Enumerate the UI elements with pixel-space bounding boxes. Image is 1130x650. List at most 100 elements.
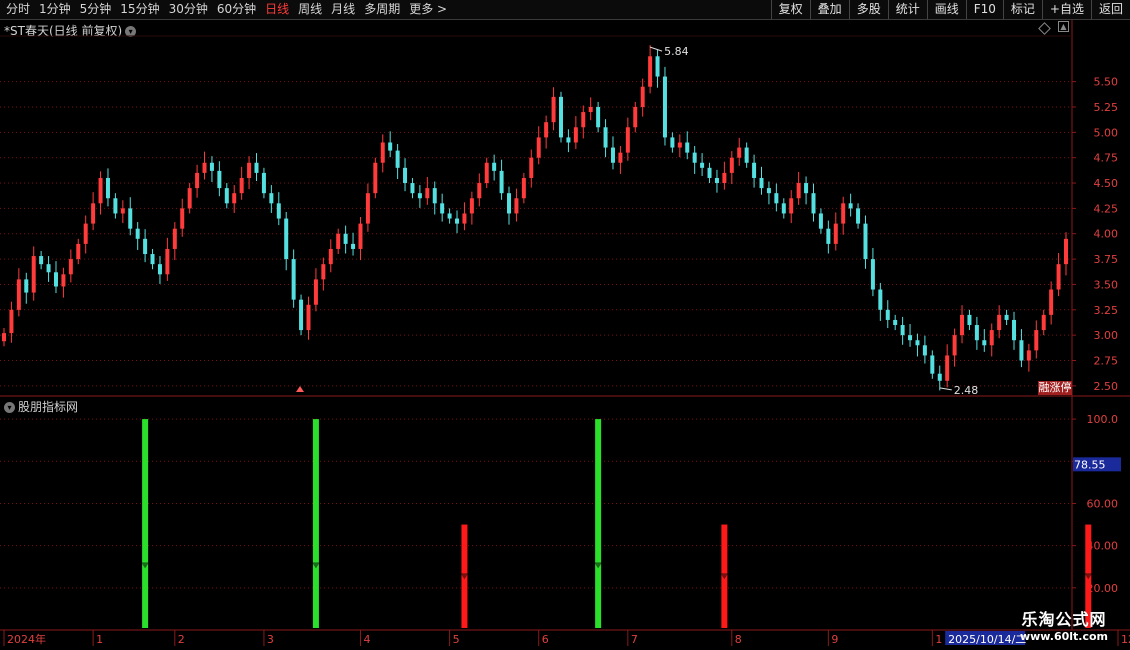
chevron-down-icon[interactable]: ▾ [4, 402, 15, 413]
candle-body [729, 157, 734, 173]
period-tab-5[interactable]: 60分钟 [217, 2, 256, 16]
candle-body [373, 162, 378, 194]
time-tick-label: 8 [735, 633, 742, 646]
time-tick-label: 7 [631, 633, 638, 646]
green-signal-bar [595, 419, 602, 628]
candle-body [514, 198, 519, 214]
candle-body [91, 203, 96, 224]
toolbar-button-8[interactable]: 返回 [1090, 0, 1130, 19]
toolbar-button-5[interactable]: F10 [965, 0, 1003, 19]
candle-body [425, 188, 430, 199]
toolbar-button-1[interactable]: 叠加 [809, 0, 849, 19]
red-signal-bar-notch [460, 573, 469, 580]
candle-body [447, 213, 452, 219]
green-signal-bar [142, 419, 149, 628]
period-tab-7[interactable]: 周线 [298, 2, 322, 16]
candle-body [247, 162, 252, 178]
green-signal-bar-notch [594, 562, 603, 569]
indicator-title[interactable]: ▾ 股朋指标网 [4, 398, 78, 415]
price-tick-label: 4.25 [1094, 202, 1119, 215]
candle-body [172, 228, 177, 249]
candle-body [195, 172, 200, 189]
candle-body [952, 335, 957, 356]
candle-body [76, 243, 81, 260]
candle-body [752, 162, 757, 178]
candle-body [351, 243, 356, 249]
candle-body [232, 193, 237, 204]
candle-body [1019, 340, 1024, 361]
toolbar-button-3[interactable]: 统计 [887, 0, 927, 19]
period-tab-1[interactable]: 1分钟 [39, 2, 71, 16]
candle-body [499, 170, 504, 194]
price-tick-label: 4.75 [1094, 152, 1119, 165]
candle-body [1049, 289, 1054, 315]
candle-body [551, 96, 556, 123]
candle-body [477, 183, 482, 199]
candle-body [945, 355, 950, 381]
candle-body [640, 86, 645, 107]
candle-body [299, 299, 304, 331]
period-tab-6[interactable]: 日线 [265, 2, 289, 16]
candle-body [558, 96, 563, 138]
period-tab-8[interactable]: 月线 [331, 2, 355, 16]
candle-body [39, 256, 44, 265]
candle-body [766, 188, 771, 194]
current-value-label: 78.55 [1074, 458, 1106, 471]
period-tab-0[interactable]: 分时 [6, 2, 30, 16]
candle-body [395, 150, 400, 168]
candle-body [403, 167, 408, 184]
toolbar-button-6[interactable]: 标记 [1002, 0, 1042, 19]
candle-body [685, 142, 690, 153]
toolbar-button-7[interactable]: +自选 [1041, 0, 1091, 19]
candle-body [9, 309, 14, 334]
candle-body [2, 333, 6, 342]
diamond-icon[interactable] [1038, 22, 1051, 35]
period-tab-9[interactable]: 多周期 [364, 2, 400, 16]
toolbar-buttons: 复权 叠加 多股 统计 画线 F10 标记 +自选 返回 [770, 0, 1130, 19]
candle-body [833, 223, 838, 244]
candle-body [68, 259, 73, 275]
candle-body [930, 355, 935, 374]
candle-body [603, 127, 608, 148]
candle-body [581, 112, 586, 128]
candle-body [455, 218, 460, 224]
candle-body [157, 264, 162, 275]
candle-body [187, 188, 192, 209]
green-signal-bar-notch [311, 562, 320, 569]
price-tick-label: 4.00 [1094, 228, 1119, 241]
candle-body [818, 213, 823, 229]
candle-body [83, 223, 88, 244]
candle-body [291, 259, 296, 300]
candle-body [811, 193, 816, 214]
candle-body [796, 183, 801, 199]
candle-body [328, 248, 333, 265]
candle-body [759, 177, 764, 189]
candle-body [908, 335, 913, 341]
candle-body [982, 340, 987, 346]
toolbar-button-0[interactable]: 复权 [770, 0, 810, 19]
candle-body [269, 193, 274, 204]
period-tab-2[interactable]: 5分钟 [80, 2, 112, 16]
toolbar-button-4[interactable]: 画线 [926, 0, 966, 19]
candle-body [960, 314, 965, 336]
candle-body [781, 203, 786, 214]
candle-body [165, 248, 170, 275]
candle-body [707, 167, 712, 178]
period-tab-10[interactable]: 更多 > [409, 2, 447, 16]
candle-body [16, 279, 21, 310]
period-tab-3[interactable]: 15分钟 [120, 2, 159, 16]
candle-body [744, 147, 749, 163]
indicator-tick-label: 100.0 [1087, 413, 1119, 426]
time-tick-label: 5 [453, 633, 460, 646]
candle-body [492, 162, 497, 171]
candle-body [804, 183, 809, 194]
candle-body [440, 203, 445, 214]
candlestick-chart[interactable]: 5.50 5.25 5.00 4.75 4.50 4.25 4.00 3.75 3.50 3.25… [0, 0, 1130, 650]
chart-title[interactable]: *ST春天(日线 前复权) ▾ [4, 22, 137, 39]
chart-title-text: *ST春天(日线 前复权) [4, 24, 123, 38]
toolbar-button-2[interactable]: 多股 [848, 0, 888, 19]
period-tab-4[interactable]: 30分钟 [169, 2, 208, 16]
scroll-up-icon[interactable]: ▲ [1058, 21, 1069, 32]
chevron-down-icon[interactable]: ▾ [125, 26, 137, 37]
candle-body [1064, 238, 1068, 265]
